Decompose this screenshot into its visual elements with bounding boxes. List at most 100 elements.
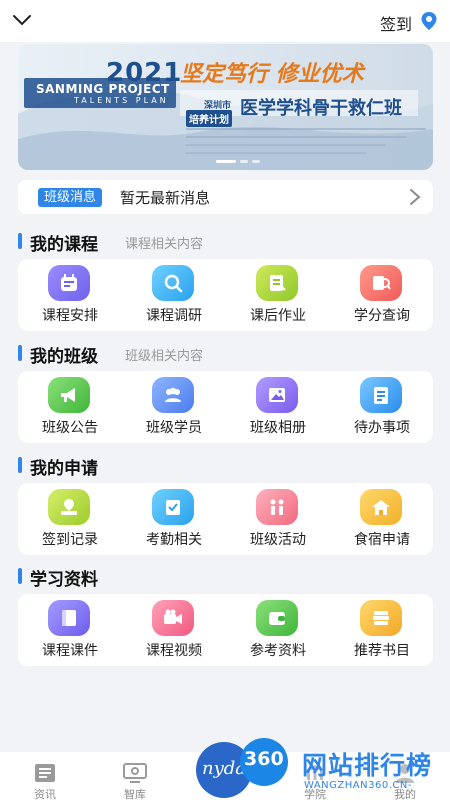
class-announcement-button[interactable]: 班级公告 — [18, 377, 122, 439]
course-video-button[interactable]: 课程视频 — [122, 600, 226, 662]
carousel-dot[interactable] — [252, 160, 260, 163]
item-label: 课程调研 — [146, 308, 202, 324]
section-title-applications: 我的申请 — [18, 454, 433, 479]
section-title-materials: 学习资料 — [18, 565, 433, 590]
photo-album-icon — [256, 377, 298, 413]
watermark-title: 网站排行榜 — [302, 751, 433, 780]
section-accent-bar — [18, 568, 22, 584]
item-label: 班级活动 — [250, 532, 306, 548]
tab-label: 资讯 — [34, 788, 56, 800]
item-label: 班级学员 — [146, 420, 202, 436]
applications-card: 签到记录 考勤相关 班级活动 食宿申请 — [18, 483, 433, 555]
item-label: 食宿申请 — [354, 532, 410, 548]
search-doc-icon — [360, 265, 402, 301]
section-accent-bar — [18, 457, 22, 473]
megaphone-icon — [48, 377, 90, 413]
activity-people-icon — [256, 489, 298, 525]
item-label: 推荐书目 — [354, 643, 410, 659]
courseware-button[interactable]: 课程课件 — [18, 600, 122, 662]
calendar-icon — [48, 265, 90, 301]
notice-message: 暂无最新消息 — [120, 189, 211, 207]
tab-news[interactable]: 资讯 — [0, 756, 90, 800]
class-card: 班级公告 班级学员 班级相册 待办事项 — [18, 371, 433, 443]
reference-button[interactable]: 参考资料 — [226, 600, 330, 662]
banner-fine-text — [186, 136, 406, 138]
tab-think-tank[interactable]: 智库 — [90, 756, 180, 800]
item-label: 课程课件 — [42, 643, 98, 659]
banner-fine-text — [186, 144, 386, 146]
notice-tag: 班级消息 — [38, 188, 103, 207]
center-logo-button[interactable]: nydas 360 — [196, 738, 288, 798]
section-title-courses: 我的课程 课程相关内容 — [18, 230, 433, 255]
homework-icon — [256, 265, 298, 301]
students-icon — [152, 377, 194, 413]
badge-360-text: 360 — [244, 748, 284, 770]
banner-carousel[interactable]: 2021 SANMING PROJECT TALENTS PLAN 坚定笃行 修… — [18, 44, 433, 170]
item-label: 参考资料 — [250, 643, 306, 659]
checkin-record-button[interactable]: 签到记录 — [18, 489, 122, 551]
location-pin-icon[interactable] — [420, 11, 438, 31]
courseware-icon — [48, 600, 90, 636]
video-camera-icon — [152, 600, 194, 636]
course-survey-button[interactable]: 课程调研 — [122, 265, 226, 327]
todo-button[interactable]: 待办事项 — [330, 377, 434, 439]
top-bar: 签到 — [0, 0, 450, 42]
section-accent-bar — [18, 233, 22, 249]
course-schedule-button[interactable]: 课程安排 — [18, 265, 122, 327]
news-icon — [35, 764, 55, 782]
banner-fine-text — [186, 152, 366, 154]
wallet-icon — [256, 600, 298, 636]
magnifier-icon — [152, 265, 194, 301]
banner-slogan: 坚定笃行 修业优术 — [180, 61, 364, 87]
item-label: 学分查询 — [354, 308, 410, 324]
banner-project-cn: 培养计划 — [186, 110, 232, 127]
item-label: 待办事项 — [354, 420, 410, 436]
item-label: 考勤相关 — [146, 532, 202, 548]
item-label: 班级相册 — [250, 420, 306, 436]
class-activity-button[interactable]: 班级活动 — [226, 489, 330, 551]
section-title: 我的课程 — [30, 235, 98, 255]
credit-query-button[interactable]: 学分查询 — [330, 265, 434, 327]
chevron-right-icon[interactable] — [409, 188, 421, 206]
attendance-button[interactable]: 考勤相关 — [122, 489, 226, 551]
think-tank-icon — [123, 763, 147, 783]
carousel-dots[interactable] — [216, 160, 260, 163]
item-label: 课后作业 — [250, 308, 306, 324]
carousel-dot[interactable] — [216, 160, 236, 163]
item-label: 课程视频 — [146, 643, 202, 659]
banner-fine-text — [186, 128, 426, 130]
tab-label: 智库 — [124, 788, 146, 800]
watermark: 网站排行榜 WANGZHAN360.CN- — [298, 746, 450, 800]
section-accent-bar — [18, 345, 22, 361]
accommodation-button[interactable]: 食宿申请 — [330, 489, 434, 551]
badge-360: 360 — [240, 738, 288, 786]
attendance-icon — [152, 489, 194, 525]
item-label: 课程安排 — [42, 308, 98, 324]
item-label: 班级公告 — [42, 420, 98, 436]
section-title: 我的班级 — [30, 347, 98, 367]
materials-card: 课程课件 课程视频 参考资料 推荐书目 — [18, 594, 433, 666]
booklist-button[interactable]: 推荐书目 — [330, 600, 434, 662]
courses-card: 课程安排 课程调研 课后作业 学分查询 — [18, 259, 433, 331]
books-icon — [360, 600, 402, 636]
section-title: 我的申请 — [30, 459, 98, 479]
signin-button[interactable]: 签到 — [380, 11, 412, 35]
chevron-down-icon[interactable] — [12, 12, 32, 28]
checkin-map-icon — [48, 489, 90, 525]
section-title-class: 我的班级 班级相关内容 — [18, 342, 433, 367]
todo-list-icon — [360, 377, 402, 413]
section-title: 学习资料 — [30, 570, 98, 590]
watermark-url: WANGZHAN360.CN- — [304, 780, 412, 791]
banner-class-name: 医学学科骨干救仁班 — [240, 98, 402, 119]
homework-button[interactable]: 课后作业 — [226, 265, 330, 327]
section-subtitle: 班级相关内容 — [125, 349, 204, 364]
class-notice-bar[interactable]: 班级消息 暂无最新消息 — [18, 180, 433, 214]
banner-plan: TALENTS PLAN — [74, 96, 169, 105]
house-icon — [360, 489, 402, 525]
class-students-button[interactable]: 班级学员 — [122, 377, 226, 439]
section-subtitle: 课程相关内容 — [125, 237, 204, 252]
class-album-button[interactable]: 班级相册 — [226, 377, 330, 439]
banner-project: SANMING PROJECT — [36, 82, 170, 96]
carousel-dot[interactable] — [240, 160, 248, 163]
item-label: 签到记录 — [42, 532, 98, 548]
